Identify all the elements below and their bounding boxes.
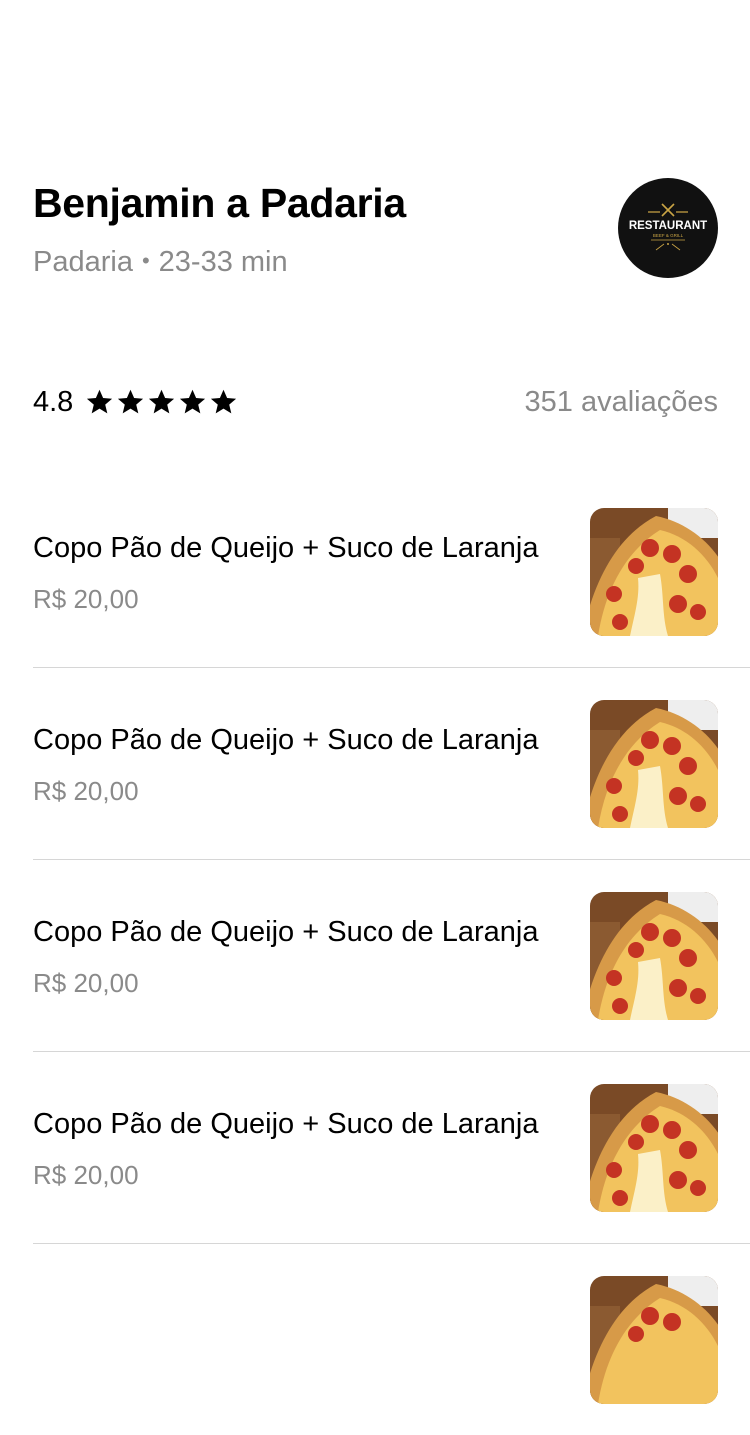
logo-text: RESTAURANT — [629, 220, 707, 232]
star-icon — [178, 388, 207, 416]
logo-subtext: BEEF & GRILL — [653, 233, 684, 238]
store-name: Benjamin a Padaria — [33, 180, 406, 226]
item-name: Copo Pão de Queijo + Suco de Laranja — [33, 916, 539, 948]
pizza-photo[interactable] — [590, 892, 718, 1020]
menu-list: Copo Pão de Queijo + Suco de Laranja R$ … — [33, 476, 750, 1435]
item-name: Copo Pão de Queijo + Suco de Laranja — [33, 1108, 539, 1140]
menu-item[interactable]: Copo Pão de Queijo + Suco de Laranja R$ … — [33, 476, 750, 668]
pizza-photo[interactable] — [590, 700, 718, 828]
delivery-time: 23-33 min — [158, 246, 288, 278]
store-meta: Padaria • 23-33 min — [33, 246, 288, 279]
pizza-photo[interactable] — [590, 1276, 718, 1404]
star-icon — [209, 388, 238, 416]
item-price: R$ 20,00 — [33, 776, 139, 806]
store-header: Benjamin a Padaria Padaria • 23-33 min RES… — [33, 176, 718, 280]
star-icon — [116, 388, 145, 416]
item-price: R$ 20,00 — [33, 1160, 139, 1190]
menu-item[interactable]: Copo Pão de Queijo + Suco de Laranja R$ … — [33, 860, 750, 1052]
rating-value: 4.8 — [33, 386, 74, 418]
reviews-count[interactable]: 351 avaliações — [525, 386, 718, 419]
fork-knife-icon — [661, 203, 675, 217]
pizza-photo[interactable] — [590, 508, 718, 636]
star-rating — [85, 388, 238, 416]
item-price: R$ 20,00 — [33, 584, 139, 614]
star-icon — [147, 388, 176, 416]
store-category: Padaria — [33, 246, 133, 278]
menu-item[interactable]: Copo Pão de Queijo + Suco de Laranja R$ … — [33, 1052, 750, 1244]
pizza-photo[interactable] — [590, 1084, 718, 1212]
menu-item[interactable] — [33, 1244, 750, 1435]
item-name: Copo Pão de Queijo + Suco de Laranja — [33, 724, 539, 756]
star-icon — [85, 388, 114, 416]
menu-item[interactable]: Copo Pão de Queijo + Suco de Laranja R$ … — [33, 668, 750, 860]
rating-row[interactable]: 4.8 351 avaliações — [33, 382, 718, 426]
item-name: Copo Pão de Queijo + Suco de Laranja — [33, 532, 539, 564]
item-price: R$ 20,00 — [33, 968, 139, 998]
restaurant-logo[interactable]: RESTAURANT BEEF & GRILL — [618, 178, 718, 278]
meta-separator: • — [141, 248, 150, 273]
